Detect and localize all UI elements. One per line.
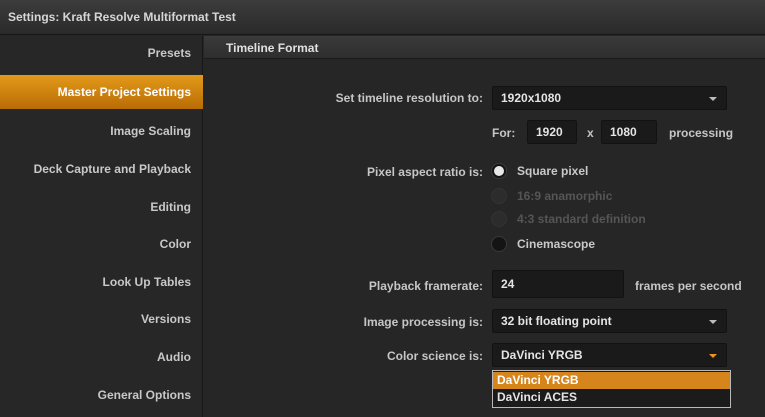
- radio-disabled-icon: [491, 188, 507, 204]
- sidebar-item-deck-capture-and-playback[interactable]: Deck Capture and Playback: [0, 152, 203, 186]
- radio-cinemascope-label: Cinemascope: [517, 237, 596, 251]
- pixel-aspect-label: Pixel aspect ratio is:: [366, 165, 483, 179]
- radio-4-3-standard-definition-label: 4:3 standard definition: [517, 212, 646, 226]
- chevron-down-icon: [709, 320, 717, 324]
- sidebar-item-look-up-tables[interactable]: Look Up Tables: [0, 265, 203, 299]
- sidebar-item-general-options[interactable]: General Options: [0, 378, 203, 412]
- resolution-width-input[interactable]: 1920: [527, 120, 577, 144]
- radio-disabled-icon: [491, 211, 507, 227]
- window-title: Settings: Kraft Resolve Multiformat Test: [8, 10, 236, 24]
- sidebar-item-master-project-settings[interactable]: Master Project Settings: [0, 75, 203, 109]
- resolution-label: Set timeline resolution to:: [335, 91, 483, 105]
- title-bar: Settings: Kraft Resolve Multiformat Test: [0, 0, 765, 35]
- section-title: Timeline Format: [226, 41, 319, 55]
- option-davinci-aces[interactable]: DaVinci ACES: [493, 389, 730, 406]
- times-label: x: [587, 126, 594, 140]
- for-label: For:: [492, 126, 516, 140]
- sidebar-item-image-scaling[interactable]: Image Scaling: [0, 114, 203, 148]
- framerate-input[interactable]: 24: [492, 270, 624, 298]
- image-processing-dropdown[interactable]: 32 bit floating point: [492, 309, 727, 333]
- sidebar: Presets Master Project Settings Image Sc…: [0, 36, 203, 417]
- image-processing-label: Image processing is:: [363, 315, 483, 329]
- radio-square-pixel-label: Square pixel: [517, 164, 589, 178]
- sidebar-item-color[interactable]: Color: [0, 227, 203, 261]
- resolution-height-input[interactable]: 1080: [601, 120, 657, 144]
- sidebar-item-versions[interactable]: Versions: [0, 302, 203, 336]
- chevron-down-icon: [709, 354, 717, 358]
- radio-unchecked-icon: [491, 236, 507, 252]
- sidebar-item-presets[interactable]: Presets: [0, 36, 203, 70]
- resolution-dropdown[interactable]: 1920x1080: [492, 86, 727, 110]
- sidebar-item-editing[interactable]: Editing: [0, 190, 203, 224]
- resolution-value: 1920x1080: [501, 91, 562, 105]
- image-processing-value: 32 bit floating point: [501, 314, 612, 328]
- framerate-unit: frames per second: [635, 279, 742, 293]
- framerate-label: Playback framerate:: [368, 279, 483, 293]
- section-header: Timeline Format: [204, 36, 765, 59]
- color-science-value: DaVinci YRGB: [501, 348, 583, 362]
- option-davinci-yrgb[interactable]: DaVinci YRGB: [493, 372, 730, 389]
- color-science-options: DaVinci YRGB DaVinci ACES: [492, 370, 731, 408]
- processing-suffix: processing: [669, 126, 734, 140]
- radio-checked-icon: [491, 163, 507, 179]
- settings-panel: Timeline Format Set timeline resolution …: [204, 36, 765, 417]
- chevron-down-icon: [709, 97, 717, 101]
- sidebar-item-audio[interactable]: Audio: [0, 340, 203, 374]
- radio-16-9-anamorphic-label: 16:9 anamorphic: [517, 189, 613, 203]
- color-science-dropdown[interactable]: DaVinci YRGB: [492, 343, 727, 367]
- color-science-label: Color science is:: [386, 349, 483, 363]
